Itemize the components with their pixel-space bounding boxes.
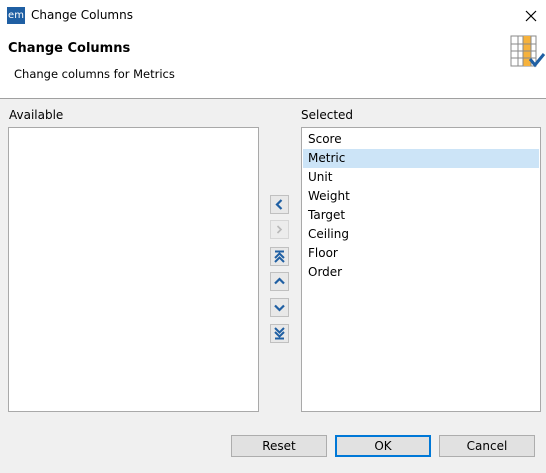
move-right-button[interactable] [270, 220, 289, 239]
move-to-bottom-icon [274, 327, 285, 340]
list-item[interactable]: Target [303, 206, 539, 225]
close-icon [525, 10, 537, 21]
ok-button[interactable]: OK [335, 435, 431, 457]
list-item[interactable]: Unit [303, 168, 539, 187]
move-up-button[interactable] [270, 272, 289, 291]
list-item[interactable]: Score [303, 130, 539, 149]
selected-label: Selected [301, 108, 354, 122]
available-label: Available [9, 108, 64, 122]
window-title: Change Columns [31, 8, 133, 22]
selected-list[interactable]: Score Metric Unit Weight Target Ceiling … [301, 127, 541, 412]
move-to-top-icon [274, 250, 285, 263]
available-list[interactable] [8, 127, 259, 412]
list-item[interactable]: Floor [303, 244, 539, 263]
header-description: Change columns for Metrics [14, 67, 175, 81]
cancel-button[interactable]: Cancel [439, 435, 535, 457]
chevron-right-icon [276, 225, 283, 234]
list-item[interactable]: Order [303, 263, 539, 282]
move-top-button[interactable] [270, 247, 289, 266]
reset-button[interactable]: Reset [231, 435, 327, 457]
table-columns-check-icon [510, 35, 546, 68]
list-item[interactable]: Weight [303, 187, 539, 206]
chevron-left-icon [275, 199, 283, 210]
header-title: Change Columns [8, 41, 131, 56]
close-button[interactable] [516, 0, 546, 31]
move-left-button[interactable] [270, 195, 289, 214]
chevron-up-icon [274, 277, 285, 285]
app-icon: em [7, 7, 25, 24]
move-bottom-button[interactable] [270, 324, 289, 343]
list-item[interactable]: Metric [303, 149, 539, 168]
list-item[interactable]: Ceiling [303, 225, 539, 244]
chevron-down-icon [274, 304, 285, 312]
title-bar: em Change Columns [0, 0, 546, 31]
dialog-header: Change Columns Change columns for Metric… [0, 31, 546, 99]
move-down-button[interactable] [270, 298, 289, 317]
